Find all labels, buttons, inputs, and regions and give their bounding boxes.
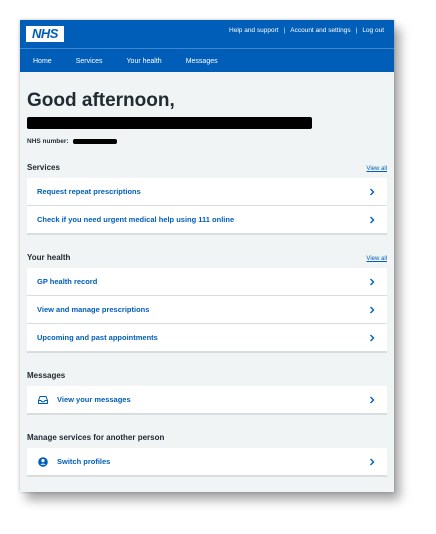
nav-your-health[interactable]: Your health: [127, 58, 162, 65]
nav-services[interactable]: Services: [76, 58, 103, 65]
gp-health-record-link[interactable]: GP health record: [27, 268, 387, 296]
link-separator: |: [283, 27, 286, 34]
redacted-name: [27, 117, 312, 129]
nav-messages[interactable]: Messages: [186, 58, 218, 65]
chevron-right-icon: [370, 334, 375, 341]
chevron-right-icon: [370, 396, 375, 403]
inbox-icon: [38, 395, 48, 404]
chevron-right-icon: [370, 458, 375, 465]
switch-profile-icon: [38, 456, 48, 467]
manage-header: Manage services for another person: [27, 433, 387, 442]
manage-title: Manage services for another person: [27, 433, 165, 442]
chevron-right-icon: [370, 306, 375, 313]
messages-header: Messages: [27, 371, 387, 380]
main-content: Good afternoon, NHS number: Services Vie…: [20, 90, 394, 477]
main-nav: Home Services Your health Messages: [20, 48, 394, 73]
messages-title: Messages: [27, 371, 66, 380]
header: NHS Help and support | Account and setti…: [20, 20, 394, 72]
row-label: Switch profiles: [57, 457, 111, 466]
app-window: NHS Help and support | Account and setti…: [20, 20, 394, 492]
switch-profiles-link[interactable]: Switch profiles: [27, 448, 387, 475]
greeting-heading: Good afternoon,: [27, 90, 175, 111]
row-label: View your messages: [57, 395, 131, 404]
row-label: Upcoming and past appointments: [37, 333, 158, 342]
your-health-view-all-link[interactable]: View all: [366, 256, 387, 262]
check-111-online-link[interactable]: Check if you need urgent medical help us…: [27, 206, 387, 233]
row-label: GP health record: [37, 277, 98, 286]
chevron-right-icon: [370, 278, 375, 285]
manage-card: Switch profiles: [27, 448, 387, 477]
request-repeat-prescriptions-link[interactable]: Request repeat prescriptions: [27, 178, 387, 206]
manage-prescriptions-link[interactable]: View and manage prescriptions: [27, 296, 387, 324]
row-label: Check if you need urgent medical help us…: [37, 215, 235, 224]
services-view-all-link[interactable]: View all: [366, 166, 387, 172]
messages-card: View your messages: [27, 386, 387, 415]
redacted-nhs-number: [72, 139, 117, 144]
link-separator: |: [355, 27, 358, 34]
account-settings-link[interactable]: Account and settings: [290, 27, 350, 34]
nhs-number-label: NHS number:: [27, 138, 69, 145]
services-title: Services: [27, 163, 60, 172]
your-health-header: Your health View all: [27, 253, 387, 262]
services-card: Request repeat prescriptions Check if yo…: [27, 178, 387, 235]
chevron-right-icon: [370, 188, 375, 195]
view-messages-link[interactable]: View your messages: [27, 386, 387, 413]
row-label: View and manage prescriptions: [37, 305, 150, 314]
services-header: Services View all: [27, 163, 387, 172]
appointments-link[interactable]: Upcoming and past appointments: [27, 324, 387, 351]
row-label: Request repeat prescriptions: [37, 187, 141, 196]
chevron-right-icon: [370, 216, 375, 223]
nhs-logo[interactable]: NHS: [26, 26, 64, 42]
header-links: Help and support | Account and settings …: [229, 27, 384, 34]
help-support-link[interactable]: Help and support: [229, 27, 279, 34]
nhs-number: NHS number:: [27, 138, 387, 145]
your-health-title: Your health: [27, 253, 71, 262]
nav-home[interactable]: Home: [33, 58, 52, 65]
your-health-card: GP health record View and manage prescri…: [27, 268, 387, 353]
logout-link[interactable]: Log out: [362, 27, 384, 34]
